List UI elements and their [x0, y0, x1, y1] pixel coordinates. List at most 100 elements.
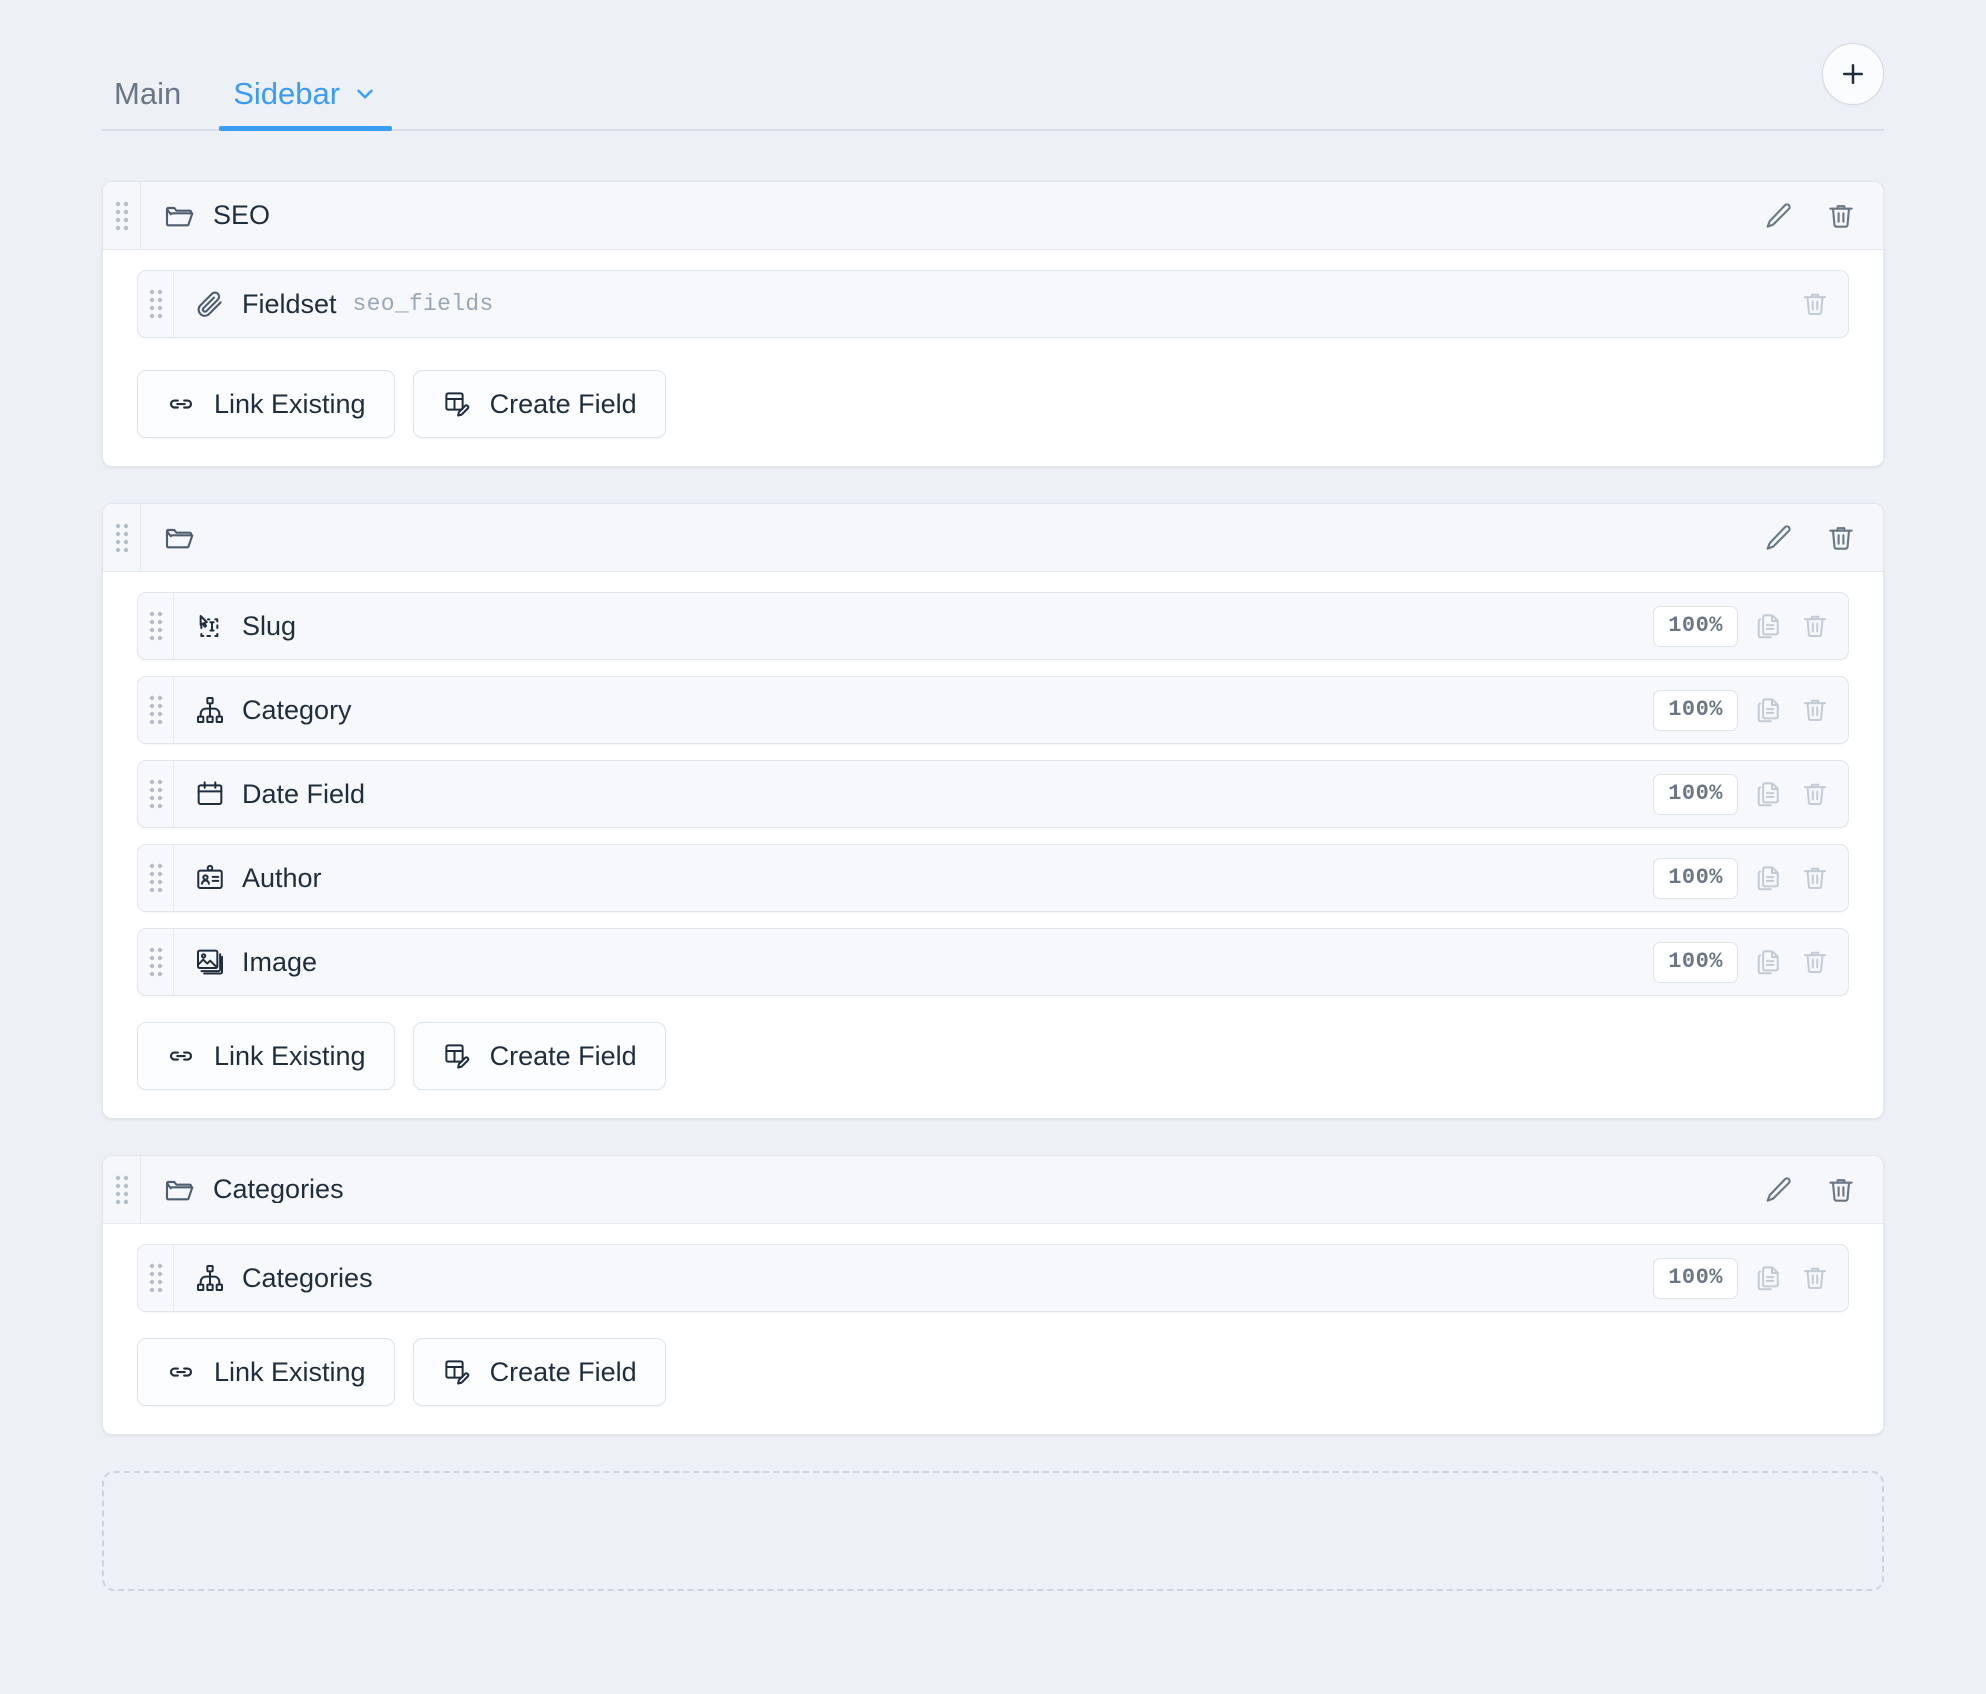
group-drag-handle[interactable]: [103, 504, 141, 571]
trash-icon: [1829, 1178, 1853, 1202]
group-actions: [1763, 182, 1883, 249]
hierarchy-icon: [194, 1262, 226, 1294]
delete-group-button[interactable]: [1825, 1174, 1857, 1206]
text-cursor-icon: [194, 610, 226, 642]
folder-icon: [163, 522, 195, 554]
field-width-badge: 100%: [1653, 941, 1738, 983]
delete-group-button[interactable]: [1825, 200, 1857, 232]
drag-dots-icon: [115, 523, 128, 552]
field-main: Author: [174, 845, 1653, 911]
edit-group-button[interactable]: [1763, 200, 1795, 232]
trash-icon: [1804, 783, 1826, 805]
delete-field-button[interactable]: [1800, 1263, 1830, 1293]
copy-icon: [1757, 698, 1779, 723]
field-group: SEO Fieldset seo_fields Link Existing Cr…: [102, 181, 1884, 467]
group-button-row: Link Existing Create Field: [137, 360, 1849, 438]
paperclip-icon: [194, 288, 226, 320]
field-drag-handle[interactable]: [138, 271, 174, 337]
field-row[interactable]: Categories 100%: [137, 1244, 1849, 1312]
duplicate-field-button[interactable]: [1754, 1263, 1784, 1293]
group-actions: [1763, 1156, 1883, 1223]
field-row[interactable]: Date Field 100%: [137, 760, 1849, 828]
group-header-main: Categories: [141, 1156, 1763, 1223]
drag-dots-icon: [149, 947, 162, 977]
edit-group-button[interactable]: [1763, 1174, 1795, 1206]
delete-field-button[interactable]: [1800, 947, 1830, 977]
field-drag-handle[interactable]: [138, 593, 174, 659]
group-drag-handle[interactable]: [103, 1156, 141, 1223]
duplicate-field-button[interactable]: [1754, 611, 1784, 641]
duplicate-field-button[interactable]: [1754, 779, 1784, 809]
field-main: Image: [174, 929, 1653, 995]
drag-dots-icon: [115, 1175, 128, 1204]
field-label: Categories: [242, 1262, 373, 1293]
field-row[interactable]: Author 100%: [137, 844, 1849, 912]
duplicate-field-button[interactable]: [1754, 947, 1784, 977]
link-existing-button[interactable]: Link Existing: [137, 1022, 395, 1090]
field-label: Image: [242, 946, 318, 977]
create-field-button[interactable]: Create Field: [412, 1338, 666, 1406]
create-field-label: Create Field: [489, 388, 637, 419]
create-field-button[interactable]: Create Field: [412, 370, 666, 438]
group-button-row: Link Existing Create Field: [137, 1328, 1849, 1406]
group-body: Categories 100% Link Existing Create Fie…: [103, 1224, 1883, 1434]
delete-field-button[interactable]: [1800, 611, 1830, 641]
create-field-icon: [442, 1357, 472, 1387]
group-header: [103, 504, 1883, 572]
pencil-icon: [1766, 202, 1791, 228]
delete-field-button[interactable]: [1800, 289, 1830, 319]
field-drag-handle[interactable]: [138, 845, 174, 911]
drag-dots-icon: [115, 201, 128, 230]
field-actions: 100%: [1653, 845, 1848, 911]
field-width-badge: 100%: [1653, 857, 1738, 899]
create-field-button[interactable]: Create Field: [412, 1022, 666, 1090]
trash-icon: [1804, 615, 1826, 637]
field-main: Categories: [174, 1245, 1653, 1311]
delete-field-button[interactable]: [1800, 863, 1830, 893]
field-drag-handle[interactable]: [138, 929, 174, 995]
folder-icon: [163, 200, 195, 232]
field-row[interactable]: Fieldset seo_fields: [137, 270, 1849, 338]
group-body: Fieldset seo_fields Link Existing Create…: [103, 250, 1883, 466]
delete-field-button[interactable]: [1800, 779, 1830, 809]
link-icon: [166, 389, 196, 419]
calendar-icon: [194, 778, 226, 810]
tab-sidebar[interactable]: Sidebar: [207, 78, 404, 131]
link-existing-button[interactable]: Link Existing: [137, 1338, 395, 1406]
field-row[interactable]: Category 100%: [137, 676, 1849, 744]
link-existing-button[interactable]: Link Existing: [137, 370, 395, 438]
create-field-icon: [442, 389, 472, 419]
group-header-main: SEO: [141, 182, 1763, 249]
chevron-down-icon[interactable]: [352, 81, 378, 107]
field-row[interactable]: Slug 100%: [137, 592, 1849, 660]
copy-icon: [1757, 950, 1779, 975]
group-button-row: Link Existing Create Field: [137, 1012, 1849, 1090]
delete-field-button[interactable]: [1800, 695, 1830, 725]
field-drag-handle[interactable]: [138, 1245, 174, 1311]
delete-group-button[interactable]: [1825, 522, 1857, 554]
page-root: Main Sidebar SEO Fieldset seo_fields Lin…: [0, 0, 1986, 1694]
field-width-badge: 100%: [1653, 689, 1738, 731]
copy-icon: [1757, 866, 1779, 891]
image-icon: [194, 946, 226, 978]
new-group-dropzone[interactable]: [102, 1471, 1884, 1591]
create-field-label: Create Field: [489, 1356, 637, 1387]
tab-main[interactable]: Main: [102, 78, 207, 131]
field-width-badge: 100%: [1653, 1257, 1738, 1299]
field-actions: 100%: [1653, 677, 1848, 743]
field-main: Slug: [174, 593, 1653, 659]
group-drag-handle[interactable]: [103, 182, 141, 249]
add-tab-button[interactable]: [1822, 43, 1884, 105]
hierarchy-icon: [194, 694, 226, 726]
create-field-label: Create Field: [489, 1040, 637, 1071]
field-drag-handle[interactable]: [138, 677, 174, 743]
edit-group-button[interactable]: [1763, 522, 1795, 554]
tab-list: Main Sidebar: [102, 78, 404, 131]
field-drag-handle[interactable]: [138, 761, 174, 827]
field-row[interactable]: Image 100%: [137, 928, 1849, 996]
field-group: Slug 100% Category 100% Date Field 100% …: [102, 503, 1884, 1119]
create-field-icon: [442, 1041, 472, 1071]
field-label: Date Field: [242, 778, 366, 809]
duplicate-field-button[interactable]: [1754, 695, 1784, 725]
duplicate-field-button[interactable]: [1754, 863, 1784, 893]
